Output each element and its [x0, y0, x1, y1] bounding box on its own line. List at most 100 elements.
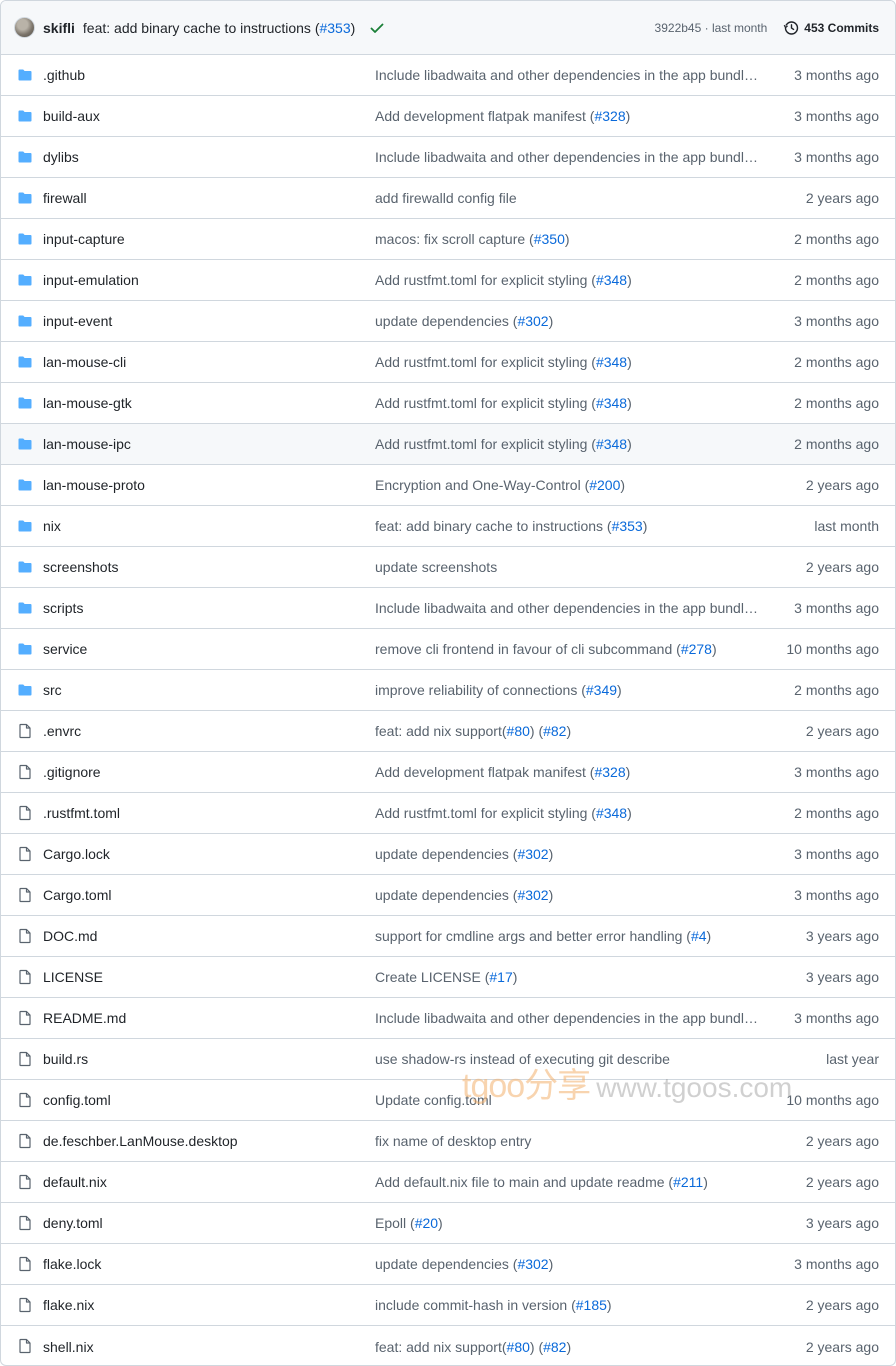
commit-message[interactable]: feat: add binary cache to instructions (… — [83, 20, 355, 36]
commit-pr-link[interactable]: #353 — [319, 20, 350, 36]
file-name-link[interactable]: input-event — [43, 313, 112, 329]
file-row[interactable]: build.rs use shadow-rs instead of executi… — [1, 1039, 895, 1080]
row-commit-message[interactable]: Include libadwaita and other dependencie… — [375, 149, 759, 165]
file-name-link[interactable]: lan-mouse-ipc — [43, 436, 131, 452]
file-row[interactable]: scripts Include libadwaita and other depe… — [1, 588, 895, 629]
row-commit-message[interactable]: Include libadwaita and other dependencie… — [375, 67, 759, 83]
row-commit-message[interactable]: Add rustfmt.toml for explicit styling (#… — [375, 805, 759, 821]
row-pr-link[interactable]: #80 — [507, 1339, 530, 1355]
row-pr-link[interactable]: #348 — [596, 354, 627, 370]
file-name-link[interactable]: input-emulation — [43, 272, 139, 288]
row-commit-text[interactable]: Include libadwaita and other dependencie… — [375, 149, 759, 165]
file-row[interactable]: DOC.md support for cmdline args and bette… — [1, 916, 895, 957]
row-commit-message[interactable]: Epoll (#20) — [375, 1215, 759, 1231]
commits-link[interactable]: 453 Commits — [783, 20, 879, 36]
row-commit-text[interactable]: Add rustfmt.toml for explicit styling ( — [375, 395, 596, 411]
file-name-link[interactable]: Cargo.toml — [43, 887, 111, 903]
row-commit-message[interactable]: Add rustfmt.toml for explicit styling (#… — [375, 395, 759, 411]
file-name-link[interactable]: lan-mouse-cli — [43, 354, 126, 370]
row-commit-text[interactable]: Add default.nix file to main and update … — [375, 1174, 673, 1190]
file-row[interactable]: service remove cli frontend in favour of … — [1, 629, 895, 670]
row-commit-message[interactable]: remove cli frontend in favour of cli sub… — [375, 641, 759, 657]
row-commit-text[interactable]: Add rustfmt.toml for explicit styling ( — [375, 354, 596, 370]
file-row[interactable]: dylibs Include libadwaita and other depen… — [1, 137, 895, 178]
row-pr-link[interactable]: #4 — [691, 928, 707, 944]
file-name-link[interactable]: lan-mouse-proto — [43, 477, 145, 493]
row-commit-message[interactable]: update dependencies (#302) — [375, 846, 759, 862]
file-name-link[interactable]: build.rs — [43, 1051, 88, 1067]
file-name-link[interactable]: lan-mouse-gtk — [43, 395, 132, 411]
file-row[interactable]: .rustfmt.toml Add rustfmt.toml for explic… — [1, 793, 895, 834]
row-commit-message[interactable]: Include libadwaita and other dependencie… — [375, 1010, 759, 1026]
commits-count[interactable]: 453 Commits — [804, 21, 879, 35]
file-row[interactable]: input-emulation Add rustfmt.toml for expl… — [1, 260, 895, 301]
row-commit-message[interactable]: update dependencies (#302) — [375, 313, 759, 329]
row-pr-link[interactable]: #353 — [612, 518, 643, 534]
row-commit-message[interactable]: update screenshots — [375, 559, 759, 575]
file-name-link[interactable]: input-capture — [43, 231, 125, 247]
row-commit-text[interactable]: remove cli frontend in favour of cli sub… — [375, 641, 681, 657]
file-row[interactable]: build-aux Add development flatpak manifes… — [1, 96, 895, 137]
file-row[interactable]: firewall add firewalld config file 2 years… — [1, 178, 895, 219]
row-commit-message[interactable]: Add rustfmt.toml for explicit styling (#… — [375, 354, 759, 370]
row-commit-message[interactable]: Add development flatpak manifest (#328) — [375, 108, 759, 124]
row-commit-text[interactable]: feat: add binary cache to instructions ( — [375, 518, 612, 534]
row-commit-text[interactable]: Include libadwaita and other dependencie… — [375, 67, 759, 83]
row-commit-text[interactable]: Epoll ( — [375, 1215, 415, 1231]
file-row[interactable]: .github Include libadwaita and other depe… — [1, 55, 895, 96]
row-commit-message[interactable]: macos: fix scroll capture (#350) — [375, 231, 759, 247]
row-commit-text[interactable]: macos: fix scroll capture ( — [375, 231, 534, 247]
file-row[interactable]: Cargo.lock update dependencies (#302) 3 mo… — [1, 834, 895, 875]
row-pr-link[interactable]: #20 — [415, 1215, 438, 1231]
row-commit-text[interactable]: include commit-hash in version ( — [375, 1297, 576, 1313]
file-row[interactable]: .envrc feat: add nix support(#80) (#82) 2 … — [1, 711, 895, 752]
file-name-link[interactable]: deny.toml — [43, 1215, 103, 1231]
file-row[interactable]: flake.nix include commit-hash in version … — [1, 1285, 895, 1326]
file-name-link[interactable]: default.nix — [43, 1174, 107, 1190]
row-commit-text[interactable]: Add rustfmt.toml for explicit styling ( — [375, 805, 596, 821]
row-commit-message[interactable]: feat: add binary cache to instructions (… — [375, 518, 759, 534]
row-pr-link[interactable]: #80 — [507, 723, 530, 739]
row-pr-link[interactable]: #348 — [596, 395, 627, 411]
row-commit-text[interactable]: add firewalld config file — [375, 190, 517, 206]
file-name-link[interactable]: flake.lock — [43, 1256, 101, 1272]
file-row[interactable]: shell.nix feat: add nix support(#80) (#82… — [1, 1326, 895, 1365]
row-commit-message[interactable]: include commit-hash in version (#185) — [375, 1297, 759, 1313]
row-pr-link[interactable]: #349 — [586, 682, 617, 698]
file-name-link[interactable]: .rustfmt.toml — [43, 805, 120, 821]
file-name-link[interactable]: src — [43, 682, 62, 698]
row-pr-link[interactable]: #348 — [596, 436, 627, 452]
row-commit-message[interactable]: update dependencies (#302) — [375, 1256, 759, 1272]
row-commit-message[interactable]: Include libadwaita and other dependencie… — [375, 600, 759, 616]
file-row[interactable]: lan-mouse-ipc Add rustfmt.toml for explic… — [1, 424, 895, 465]
row-pr-link[interactable]: #278 — [681, 641, 712, 657]
row-commit-text[interactable]: fix name of desktop entry — [375, 1133, 531, 1149]
row-commit-message[interactable]: Update config.toml — [375, 1092, 759, 1108]
file-row[interactable]: flake.lock update dependencies (#302) 3 mo… — [1, 1244, 895, 1285]
file-row[interactable]: input-capture macos: fix scroll capture (… — [1, 219, 895, 260]
file-name-link[interactable]: README.md — [43, 1010, 126, 1026]
row-pr-link-2[interactable]: #82 — [543, 723, 566, 739]
file-name-link[interactable]: shell.nix — [43, 1339, 94, 1355]
row-commit-text[interactable]: update screenshots — [375, 559, 497, 575]
row-commit-message[interactable]: Encryption and One-Way-Control (#200) — [375, 477, 759, 493]
file-name-link[interactable]: .gitignore — [43, 764, 101, 780]
row-pr-link[interactable]: #328 — [594, 764, 625, 780]
row-commit-message[interactable]: Add default.nix file to main and update … — [375, 1174, 759, 1190]
row-commit-text[interactable]: Include libadwaita and other dependencie… — [375, 1010, 759, 1026]
row-pr-link[interactable]: #302 — [517, 887, 548, 903]
file-row[interactable]: input-event update dependencies (#302) 3 m… — [1, 301, 895, 342]
row-commit-text[interactable]: Add development flatpak manifest ( — [375, 764, 594, 780]
row-commit-text[interactable]: use shadow-rs instead of executing git d… — [375, 1051, 670, 1067]
row-pr-link[interactable]: #211 — [673, 1174, 703, 1190]
commit-sha[interactable]: 3922b45 — [655, 21, 702, 35]
row-commit-message[interactable]: Create LICENSE (#17) — [375, 969, 759, 985]
file-row[interactable]: screenshots update screenshots 2 years ago — [1, 547, 895, 588]
file-row[interactable]: deny.toml Epoll (#20) 3 years ago — [1, 1203, 895, 1244]
file-name-link[interactable]: .github — [43, 67, 85, 83]
row-pr-link[interactable]: #17 — [489, 969, 512, 985]
row-commit-message[interactable]: improve reliability of connections (#349… — [375, 682, 759, 698]
row-commit-message[interactable]: feat: add nix support(#80) (#82) — [375, 1339, 759, 1355]
row-commit-text[interactable]: Include libadwaita and other dependencie… — [375, 600, 759, 616]
file-row[interactable]: README.md Include libadwaita and other de… — [1, 998, 895, 1039]
